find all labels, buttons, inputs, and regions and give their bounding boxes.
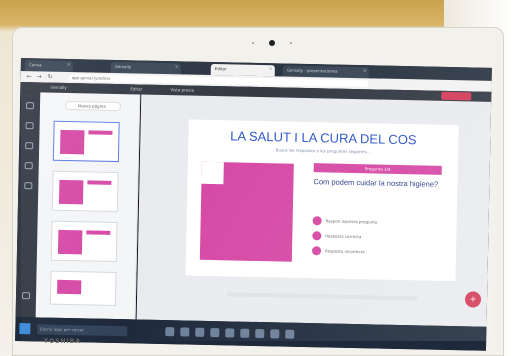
question-badge[interactable]: Pregunta 1/4 — [313, 163, 442, 175]
thumb-image — [58, 179, 84, 205]
forward-icon[interactable]: → — [37, 73, 42, 80]
close-icon[interactable]: × — [175, 64, 179, 70]
help-button[interactable]: + — [464, 291, 482, 308]
explorer-icon[interactable] — [195, 327, 205, 337]
slide-thumbnail[interactable] — [51, 170, 119, 213]
answer-option[interactable]: Respon aquesta pregunta — [312, 216, 443, 229]
close-icon[interactable]: × — [67, 62, 71, 68]
slide-pager[interactable] — [227, 292, 418, 301]
text-icon[interactable] — [25, 102, 35, 110]
mail-icon[interactable] — [240, 328, 250, 338]
taskbar-search[interactable]: Escriu aquí per cercar — [37, 324, 128, 337]
insert-icon[interactable] — [24, 182, 33, 190]
thumb-image — [60, 129, 85, 155]
thumb-title — [86, 230, 111, 235]
thumb-image — [57, 229, 83, 255]
editor-canvas: LA SALUT I LA CURA DEL COS Busca les res… — [136, 94, 492, 327]
laptop-screen: Canva × Genially × Editar × Genially - pres… — [15, 58, 492, 351]
laptop-brand-logo: TOSHIBA — [44, 338, 81, 345]
slide-title[interactable]: LA SALUT I LA CURA DEL COS — [188, 128, 458, 149]
option-label: Resposta incorrecta — [324, 248, 365, 255]
close-icon[interactable]: × — [363, 68, 367, 74]
slide-thumbnails-panel: Nueva página — [35, 92, 141, 320]
slide-thumbnail[interactable] — [50, 220, 118, 263]
option-label: Resposta correcta — [325, 233, 362, 240]
app-icon[interactable] — [285, 329, 295, 339]
back-icon[interactable]: ← — [27, 73, 32, 80]
thumb-image — [57, 279, 82, 295]
slide-thumbnail[interactable] — [52, 120, 120, 163]
settings-icon[interactable] — [21, 292, 31, 300]
answer-option[interactable]: Resposta correcta — [312, 231, 442, 244]
option-circle-icon — [312, 216, 322, 226]
app-icon[interactable] — [255, 328, 265, 339]
image-icon[interactable] — [25, 122, 34, 130]
question-text[interactable]: Com podem cuidar la nostra higiene? — [313, 177, 443, 189]
edit-menu[interactable]: Editar — [130, 86, 142, 91]
answer-option[interactable]: Resposta incorrecta — [311, 246, 442, 259]
mic-dot-left — [252, 42, 254, 44]
close-icon[interactable]: × — [269, 66, 273, 72]
image-notch — [201, 161, 224, 185]
photo-scene: Canva × Genially × Editar × Genially - pres… — [0, 0, 514, 356]
webcam-icon — [269, 40, 275, 46]
chrome-icon[interactable] — [225, 328, 235, 338]
app-logo-label: Genially — [50, 84, 67, 90]
preview-button[interactable]: Vista previa — [170, 87, 194, 92]
slide[interactable]: LA SALUT I LA CURA DEL COS Busca les res… — [185, 119, 459, 282]
task-view-icon[interactable] — [165, 327, 175, 337]
interactive-icon[interactable] — [24, 162, 33, 170]
option-circle-icon — [312, 231, 322, 241]
windows-start-icon[interactable] — [19, 323, 31, 335]
thumb-title — [88, 130, 113, 135]
option-label: Respon aquesta pregunta — [325, 218, 378, 225]
store-icon[interactable] — [210, 328, 220, 338]
present-button[interactable] — [441, 91, 472, 101]
slide-thumbnail[interactable] — [49, 270, 117, 307]
new-slide-button[interactable]: Nueva página — [64, 100, 122, 112]
shapes-icon[interactable] — [25, 142, 34, 150]
thumb-title — [87, 180, 112, 185]
app-icon[interactable] — [270, 329, 280, 339]
reload-icon[interactable]: ↻ — [48, 74, 53, 81]
edge-icon[interactable] — [180, 327, 190, 337]
mic-dot-right — [290, 42, 292, 44]
option-circle-icon — [311, 246, 322, 256]
